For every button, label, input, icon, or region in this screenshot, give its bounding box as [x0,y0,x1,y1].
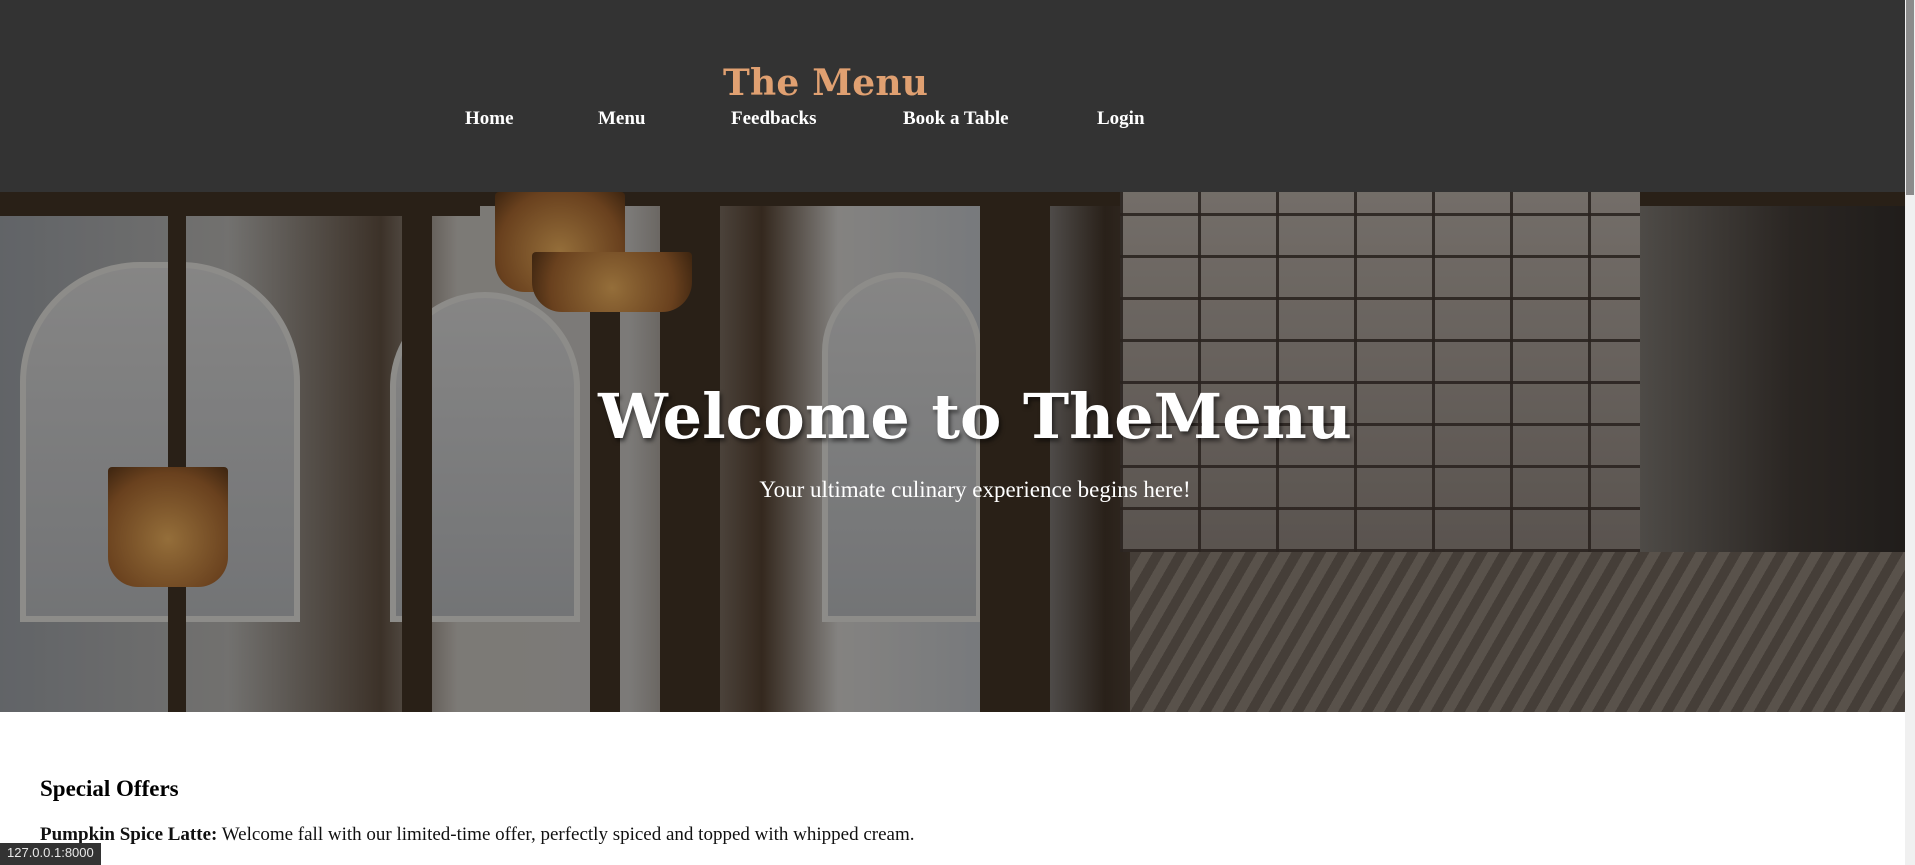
main-nav: Home Menu Feedbacks Book a Table Login [0,108,1905,136]
nav-login[interactable]: Login [1097,108,1145,130]
nav-home[interactable]: Home [465,108,514,130]
brand-logo[interactable]: The Menu [723,62,928,104]
nav-feedbacks[interactable]: Feedbacks [731,108,817,130]
special-offers-section: Special Offers Pumpkin Spice Latte: Welc… [40,776,1860,845]
nav-menu[interactable]: Menu [598,108,646,130]
nav-book-a-table[interactable]: Book a Table [903,108,1009,130]
status-bar-url: 127.0.0.1:8000 [0,843,101,865]
hero-subtitle: Your ultimate culinary experience begins… [759,477,1191,502]
offer-item-name: Pumpkin Spice Latte: [40,824,218,845]
offer-item-description: Welcome fall with our limited-time offer… [217,824,915,845]
vertical-scrollbar[interactable] [1905,0,1915,865]
scrollbar-thumb[interactable] [1906,0,1914,195]
offer-item: Pumpkin Spice Latte: Welcome fall with o… [40,824,915,846]
special-offers-heading: Special Offers [40,776,179,801]
hero-banner: Welcome to TheMenu Your ultimate culinar… [0,192,1905,712]
hero-title: Welcome to TheMenu [598,380,1352,453]
site-header: The Menu Home Menu Feedbacks Book a Tabl… [0,0,1905,192]
